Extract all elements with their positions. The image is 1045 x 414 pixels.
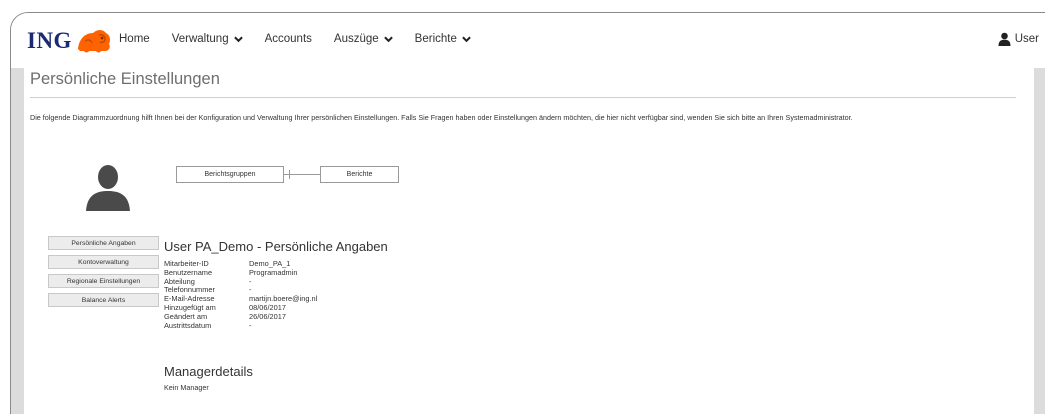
- nav-home-label: Home: [119, 33, 150, 45]
- sidebar-item-label: Regionale Einstellungen: [66, 277, 141, 285]
- detail-value: -: [249, 320, 252, 330]
- manager-heading: Managerdetails: [164, 364, 253, 379]
- nav-auszuege-label: Auszüge: [333, 33, 379, 45]
- nav-verwaltung[interactable]: Verwaltung: [172, 33, 243, 45]
- diagram-berichtsgruppen-label: Berichtsgruppen: [204, 171, 256, 178]
- title-divider: [30, 97, 1016, 98]
- diagram-berichtsgruppen[interactable]: Berichtsgruppen: [176, 166, 284, 183]
- nav-auszuege[interactable]: Auszüge: [334, 33, 393, 45]
- diagram-berichte[interactable]: Berichte: [320, 166, 399, 183]
- chevron-down-icon: [233, 36, 243, 42]
- detail-row: Austrittsdatum -: [164, 320, 317, 331]
- avatar-silhouette-icon: [86, 165, 130, 211]
- sidebar-item-kontoverwaltung[interactable]: Kontoverwaltung: [48, 255, 159, 269]
- intro-text: Die folgende Diagrammzuordnung hilft Ihn…: [30, 113, 853, 122]
- sidebar-item-label: Kontoverwaltung: [78, 258, 129, 266]
- details-list: Mitarbeiter-ID Demo_PA_1 Benutzername Prog…: [164, 259, 317, 331]
- nav-berichte[interactable]: Berichte: [415, 33, 471, 45]
- user-icon: [998, 32, 1011, 46]
- sidebar-item-regionale-einstellungen[interactable]: Regionale Einstellungen: [48, 274, 159, 288]
- top-navigation: ING Home Verwaltung Accounts Auszüge Ber…: [11, 13, 1045, 68]
- sidebar-item-label: Balance Alerts: [81, 296, 126, 304]
- main-nav: Home Verwaltung Accounts Auszüge Bericht…: [119, 33, 493, 45]
- ing-logo[interactable]: ING: [27, 27, 113, 55]
- settings-panel: Persönliche Einstellungen Die folgende D…: [24, 63, 1034, 414]
- user-label: User: [1014, 33, 1039, 45]
- nav-accounts[interactable]: Accounts: [265, 33, 312, 45]
- nav-home[interactable]: Home: [119, 33, 150, 45]
- details-heading: User PA_Demo - Persönliche Angaben: [164, 239, 388, 254]
- sidebar-item-persoenliche-angaben[interactable]: Persönliche Angaben: [48, 236, 159, 250]
- diagram-connector-tick: [289, 170, 290, 179]
- manager-value: Kein Manager: [164, 383, 209, 392]
- logo-text: ING: [27, 28, 72, 53]
- detail-value: 26/06/2017: [249, 311, 286, 321]
- nav-verwaltung-label: Verwaltung: [171, 33, 229, 45]
- sidebar-item-label: Persönliche Angaben: [71, 239, 136, 247]
- detail-value: Programadmin: [249, 267, 298, 277]
- chevron-down-icon: [462, 36, 471, 42]
- ing-lion-logo-icon: [77, 30, 110, 53]
- nav-berichte-label: Berichte: [414, 33, 457, 45]
- page-title: Persönliche Einstellungen: [30, 70, 220, 88]
- user-menu[interactable]: User: [998, 32, 1039, 46]
- nav-accounts-label: Accounts: [264, 33, 312, 45]
- chevron-down-icon: [383, 36, 393, 42]
- detail-key: Austrittsdatum: [164, 320, 212, 330]
- diagram-berichte-label: Berichte: [346, 171, 373, 178]
- sidebar-item-balance-alerts[interactable]: Balance Alerts: [48, 293, 159, 307]
